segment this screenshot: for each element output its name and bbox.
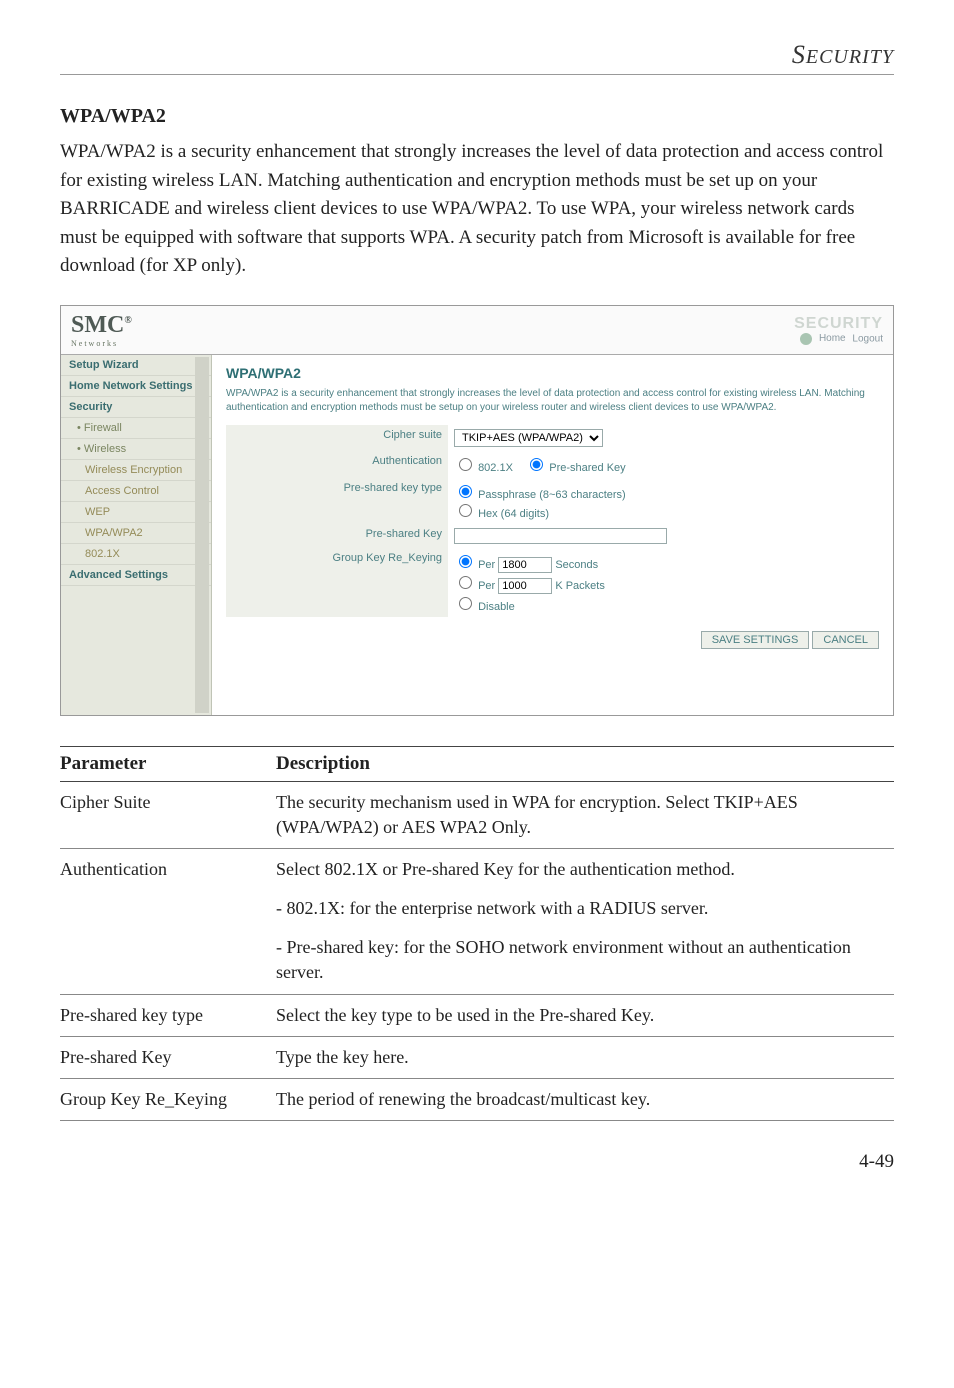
parameter-table: Parameter Description Cipher SuiteThe se… — [60, 746, 894, 1122]
scrollbar[interactable] — [195, 357, 209, 713]
cancel-button[interactable] — [812, 631, 879, 649]
globe-icon — [800, 333, 812, 345]
running-head: SECURITY — [60, 40, 894, 70]
save-button[interactable] — [701, 631, 810, 649]
rekey-val2[interactable] — [498, 578, 552, 594]
ptype-label: Pre-shared key type — [226, 478, 448, 524]
auth-opt1[interactable]: 802.1X — [454, 462, 513, 474]
intro-paragraph: WPA/WPA2 is a security enhancement that … — [60, 138, 894, 281]
logo-subtext: Networks — [71, 339, 132, 348]
sidebar-item[interactable]: Advanced Settings — [61, 565, 211, 586]
sidebar: Setup WizardHome Network SettingsSecurit… — [61, 355, 212, 715]
sidebar-item[interactable]: Security — [61, 397, 211, 418]
param-desc: Select 802.1X or Pre-shared Key for the … — [276, 848, 894, 994]
param-desc: Select the key type to be used in the Pr… — [276, 994, 894, 1036]
pkey-label: Pre-shared Key — [226, 524, 448, 548]
logo-text: SMC — [71, 312, 124, 338]
rekey-opt3[interactable]: Disable — [454, 601, 515, 613]
sidebar-item[interactable]: Home Network Settings — [61, 376, 211, 397]
panel-note: WPA/WPA2 is a security enhancement that … — [226, 387, 879, 415]
ptype-opt1[interactable]: Passphrase (8~63 characters) — [454, 489, 626, 501]
param-desc: Type the key here. — [276, 1036, 894, 1078]
logout-link[interactable]: Logout — [852, 333, 883, 344]
rekey-label: Group Key Re_Keying — [226, 548, 448, 617]
param-name: Group Key Re_Keying — [60, 1079, 276, 1121]
rekey-val1[interactable] — [498, 557, 552, 573]
param-name: Pre-shared key type — [60, 994, 276, 1036]
sidebar-item[interactable]: WPA/WPA2 — [61, 523, 211, 544]
rekey-unit2: K Packets — [555, 580, 605, 592]
content-panel: WPA/WPA2 WPA/WPA2 is a security enhancem… — [212, 355, 893, 715]
page-number: 4-49 — [60, 1151, 894, 1173]
rekey-opt1[interactable]: Per — [454, 559, 495, 571]
param-name: Authentication — [60, 848, 276, 994]
header-rule — [60, 74, 894, 75]
ptype-opt2[interactable]: Hex (64 digits) — [454, 508, 549, 520]
brand-text: SECURITY — [794, 315, 883, 333]
router-screenshot: SMC® Networks SECURITY Home Logout Setup… — [60, 305, 894, 716]
home-link[interactable]: Home — [819, 333, 846, 344]
sidebar-item[interactable]: Firewall — [61, 418, 211, 439]
sidebar-item[interactable]: Access Control — [61, 481, 211, 502]
brand-block: SECURITY Home Logout — [794, 315, 883, 345]
col-param: Parameter — [60, 746, 276, 781]
param-desc-sub: - Pre-shared key: for the SOHO network e… — [276, 935, 888, 985]
param-name: Cipher Suite — [60, 781, 276, 848]
running-head-rest: ECURITY — [806, 46, 894, 68]
sidebar-item[interactable]: Wireless Encryption — [61, 460, 211, 481]
logo-block: SMC® Networks — [71, 312, 132, 348]
param-desc-sub: - 802.1X: for the enterprise network wit… — [276, 896, 888, 921]
col-desc: Description — [276, 746, 894, 781]
sidebar-item[interactable]: 802.1X — [61, 544, 211, 565]
auth-label: Authentication — [226, 451, 448, 478]
rekey-unit1: Seconds — [555, 559, 598, 571]
button-row — [226, 631, 879, 649]
cipher-label: Cipher suite — [226, 425, 448, 451]
form-table: Cipher suite TKIP+AES (WPA/WPA2) Authent… — [226, 425, 879, 617]
screenshot-body: Setup WizardHome Network SettingsSecurit… — [61, 355, 893, 715]
param-desc: The period of renewing the broadcast/mul… — [276, 1079, 894, 1121]
pkey-input[interactable] — [454, 528, 667, 544]
sidebar-item[interactable]: Setup Wizard — [61, 355, 211, 376]
screenshot-header: SMC® Networks SECURITY Home Logout — [61, 306, 893, 355]
section-title: WPA/WPA2 — [60, 105, 894, 128]
sidebar-item[interactable]: Wireless — [61, 439, 211, 460]
running-head-first: S — [792, 40, 806, 69]
panel-title: WPA/WPA2 — [226, 365, 879, 381]
logo: SMC® Networks — [71, 312, 132, 348]
auth-opt2[interactable]: Pre-shared Key — [525, 462, 626, 474]
cipher-select[interactable]: TKIP+AES (WPA/WPA2) — [454, 429, 603, 447]
sidebar-item[interactable]: WEP — [61, 502, 211, 523]
param-desc: The security mechanism used in WPA for e… — [276, 781, 894, 848]
header-links: Home Logout — [794, 333, 883, 345]
param-name: Pre-shared Key — [60, 1036, 276, 1078]
rekey-opt2[interactable]: Per — [454, 580, 495, 592]
